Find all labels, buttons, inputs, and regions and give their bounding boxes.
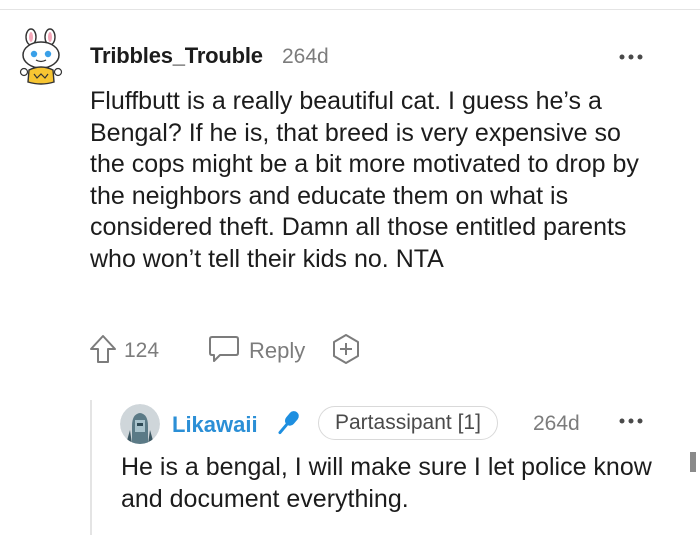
award-button[interactable] (329, 332, 363, 371)
user-flair: Partassipant [1] (318, 406, 498, 440)
reply-more-options-icon[interactable] (617, 408, 645, 434)
reply-button[interactable]: Reply (207, 334, 305, 369)
top-divider (0, 9, 700, 10)
more-options-icon[interactable] (617, 44, 645, 70)
comment-body: Fluffbutt is a really beautiful cat. I g… (90, 87, 639, 273)
comment-age: 264d (282, 45, 329, 68)
reply-author[interactable]: Likawaii (172, 412, 258, 438)
upvote-button[interactable]: 124 (88, 333, 159, 370)
reply-label: Reply (249, 338, 306, 363)
chat-bubble-icon (207, 334, 241, 369)
reply-age: 264d (533, 412, 580, 435)
upvote-count: 124 (124, 339, 160, 362)
upvote-arrow-icon (88, 333, 118, 370)
user-avatar[interactable] (14, 28, 68, 90)
microphone-icon (271, 406, 305, 440)
reply-body: He is a bengal, I will make sure I let p… (121, 453, 652, 513)
comment-author[interactable]: Tribbles_Trouble (90, 43, 263, 69)
reply-user-avatar[interactable] (120, 404, 160, 444)
scrollbar-thumb[interactable] (690, 452, 696, 472)
comment-actions: 124 Reply (88, 333, 363, 369)
award-add-icon (329, 332, 363, 371)
thread-line[interactable] (90, 400, 92, 535)
